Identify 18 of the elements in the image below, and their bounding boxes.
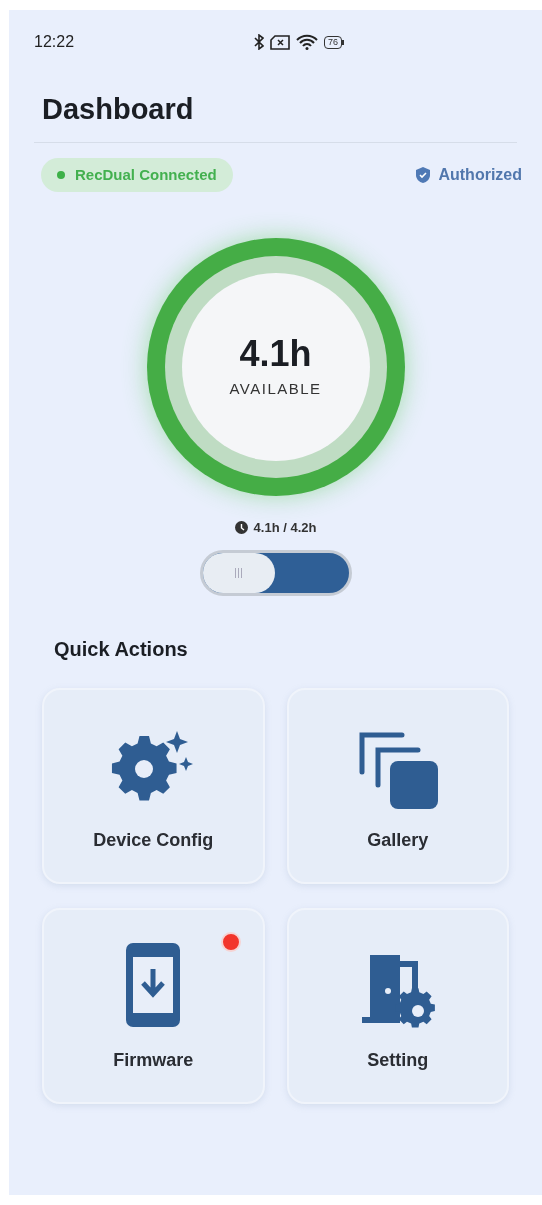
page-title: Dashboard	[41, 92, 195, 127]
mode-toggle[interactable]	[199, 549, 352, 596]
phone-download-icon	[124, 940, 183, 1029]
available-caption: AVAILABLE	[229, 378, 322, 399]
action-card[interactable]: Firmware	[42, 907, 265, 1104]
clock-icon	[234, 521, 248, 535]
usage-text: 4.1h / 4.2h	[253, 519, 317, 537]
bluetooth-icon	[254, 34, 265, 50]
connection-chip: RecDual Connected	[41, 158, 233, 192]
sim-off-icon	[270, 34, 291, 50]
available-hours: 4.1h	[239, 333, 312, 374]
action-card[interactable]: Setting	[286, 907, 509, 1104]
action-card[interactable]: Device Config	[42, 687, 265, 884]
action-card[interactable]: Gallery	[286, 687, 509, 884]
authorized-label: Authorized	[438, 165, 522, 185]
wifi-icon	[296, 34, 319, 50]
section-title: Quick Actions	[53, 636, 189, 662]
status-time: 12:22	[34, 32, 75, 52]
